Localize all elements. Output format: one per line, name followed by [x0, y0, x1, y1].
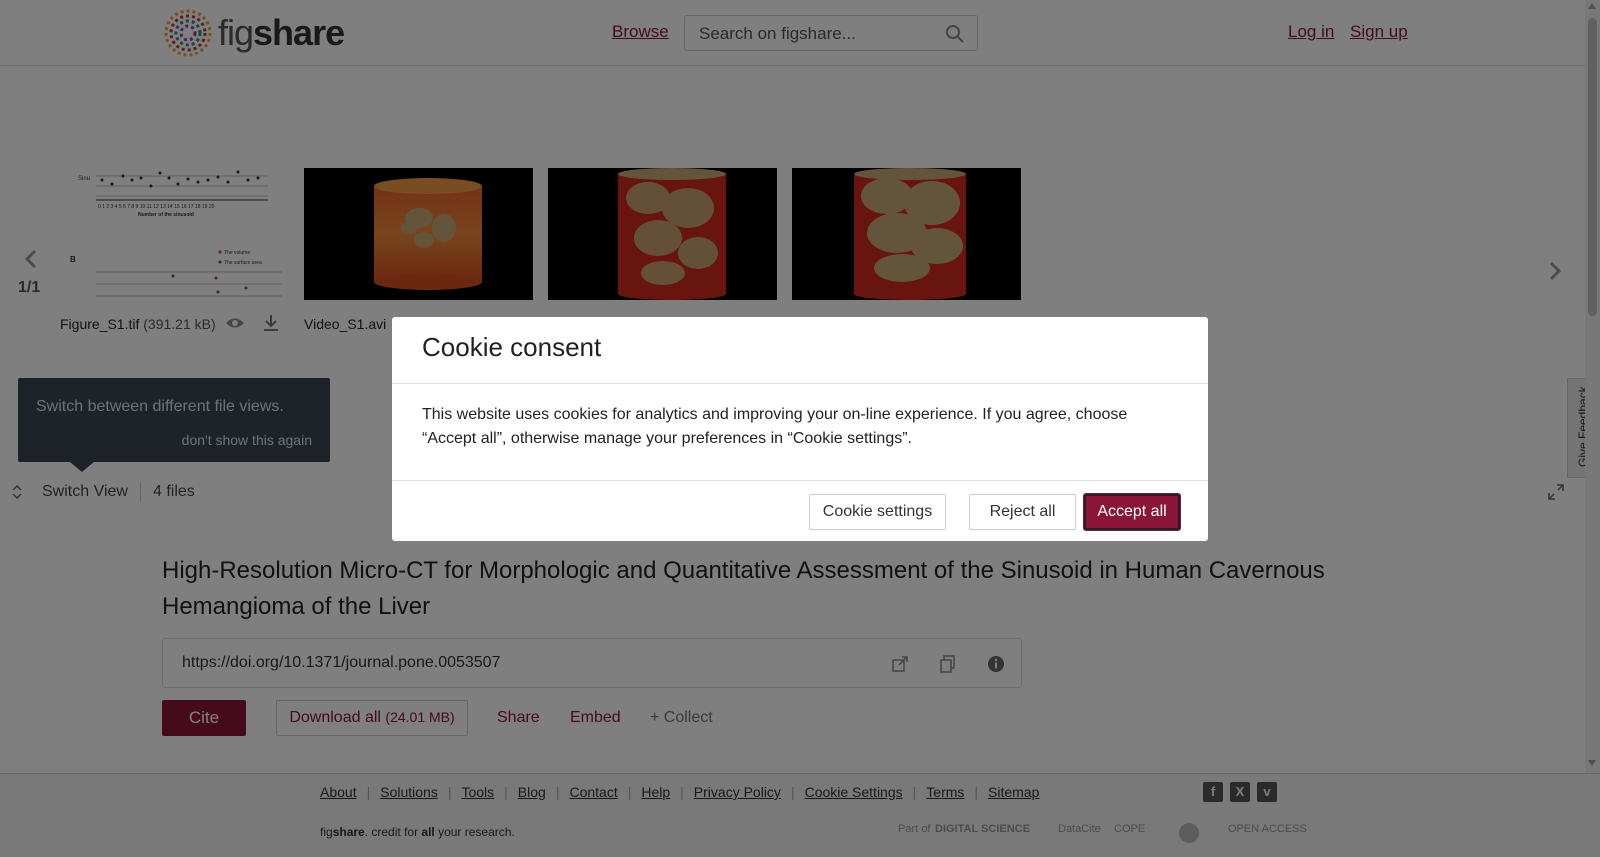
reject-all-button[interactable]: Reject all [969, 494, 1076, 530]
cookie-consent-dialog: Cookie consent This website uses cookies… [392, 317, 1208, 541]
cookie-settings-button[interactable]: Cookie settings [809, 494, 946, 530]
dialog-title: Cookie consent [422, 332, 602, 362]
accept-all-button[interactable]: Accept all [1084, 494, 1180, 530]
dialog-footer: Cookie settings Reject all Accept all [392, 480, 1208, 541]
dialog-body-text: This website uses cookies for analytics … [422, 406, 1128, 447]
dialog-header: Cookie consent [392, 317, 1208, 384]
